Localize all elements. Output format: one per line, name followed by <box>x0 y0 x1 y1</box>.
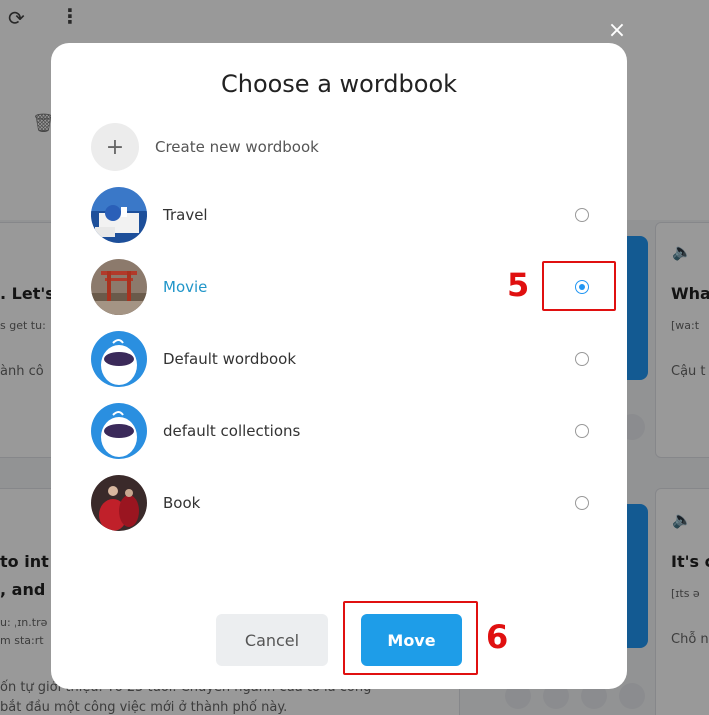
wordbook-radio[interactable] <box>575 208 589 222</box>
annotation-box-step-5 <box>542 261 616 311</box>
book-thumbnail-icon <box>91 475 147 531</box>
wordbook-item-travel[interactable]: Travel <box>91 187 591 243</box>
wordbook-item-book[interactable]: Book <box>91 475 591 531</box>
mascot-thumbnail-icon <box>91 403 147 459</box>
plus-icon: + <box>91 123 139 171</box>
close-icon[interactable]: × <box>606 20 628 42</box>
wordbook-label: Book <box>163 494 201 512</box>
annotation-number-5: 5 <box>507 266 530 304</box>
mascot-thumbnail-icon <box>91 331 147 387</box>
wordbook-label: default collections <box>163 422 301 440</box>
annotation-box-step-6 <box>343 601 478 675</box>
dialog-title: Choose a wordbook <box>220 70 458 98</box>
movie-thumbnail-icon <box>91 259 147 315</box>
annotation-number-6: 6 <box>486 618 509 656</box>
wordbook-item-default-wordbook[interactable]: Default wordbook <box>91 331 591 387</box>
create-new-wordbook-label: Create new wordbook <box>155 138 319 156</box>
travel-thumbnail-icon <box>91 187 147 243</box>
cancel-button[interactable]: Cancel <box>216 614 328 666</box>
wordbook-item-default-collections[interactable]: default collections <box>91 403 591 459</box>
wordbook-label: Travel <box>163 206 208 224</box>
wordbook-radio[interactable] <box>575 496 589 510</box>
create-new-wordbook-button[interactable]: + Create new wordbook <box>91 123 319 171</box>
wordbook-label: Default wordbook <box>163 350 297 368</box>
wordbook-radio[interactable] <box>575 424 589 438</box>
choose-wordbook-dialog: Choose a wordbook + Create new wordbook … <box>51 43 627 689</box>
wordbook-radio[interactable] <box>575 352 589 366</box>
